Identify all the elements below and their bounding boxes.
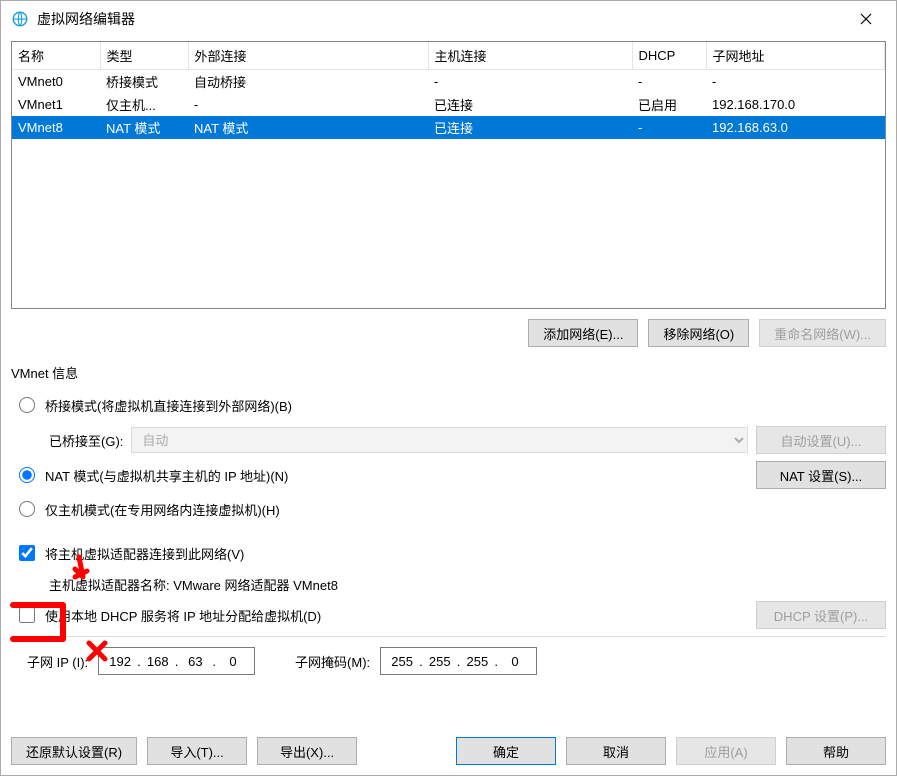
apply-button: 应用(A)	[676, 737, 776, 765]
bottom-button-bar: 还原默认设置(R) 导入(T)... 导出(X)... 确定 取消 应用(A) …	[11, 737, 886, 765]
mask-oct-1[interactable]	[387, 654, 417, 669]
rename-network-button: 重命名网络(W)...	[759, 319, 886, 347]
nat-radio[interactable]	[19, 467, 35, 483]
connect-host-row: 将主机虚拟适配器连接到此网络(V)	[19, 536, 886, 570]
table-cell: -	[632, 116, 706, 139]
ip-oct-4[interactable]	[218, 654, 248, 669]
cancel-button[interactable]: 取消	[566, 737, 666, 765]
col-ext[interactable]: 外部连接	[188, 42, 428, 70]
ip-oct-2[interactable]	[143, 654, 173, 669]
subnet-row: 子网 IP (I): . . . 子网掩码(M): . . .	[27, 639, 886, 683]
nat-radio-row: NAT 模式(与虚拟机共享主机的 IP 地址)(N) NAT 设置(S)...	[19, 458, 886, 492]
title-bar: 虚拟网络编辑器	[1, 1, 896, 37]
close-button[interactable]	[846, 1, 886, 37]
table-row[interactable]: VMnet0桥接模式自动桥接---	[12, 70, 885, 94]
remove-network-button[interactable]: 移除网络(O)	[648, 319, 749, 347]
nat-settings-button[interactable]: NAT 设置(S)...	[756, 461, 886, 489]
dhcp-settings-button: DHCP 设置(P)...	[756, 601, 886, 629]
subnet-ip-label: 子网 IP (I):	[27, 652, 88, 671]
table-cell: VMnet8	[12, 116, 100, 139]
ip-oct-3[interactable]	[180, 654, 210, 669]
add-network-button[interactable]: 添加网络(E)...	[528, 319, 638, 347]
network-table-container: 名称 类型 外部连接 主机连接 DHCP 子网地址 VMnet0桥接模式自动桥接…	[11, 41, 886, 309]
bridged-to-select: 自动	[131, 427, 748, 453]
auto-settings-button: 自动设置(U)...	[756, 426, 886, 454]
subnet-mask-input[interactable]: . . .	[380, 647, 537, 675]
window-title: 虚拟网络编辑器	[37, 9, 846, 29]
adapter-name-label: 主机虚拟适配器名称: VMware 网络适配器 VMnet8	[49, 570, 886, 598]
import-button[interactable]: 导入(T)...	[147, 737, 247, 765]
connect-host-label: 将主机虚拟适配器连接到此网络(V)	[45, 544, 244, 563]
restore-defaults-button[interactable]: 还原默认设置(R)	[11, 737, 137, 765]
col-dhcp[interactable]: DHCP	[632, 42, 706, 70]
table-cell: 192.168.63.0	[706, 116, 885, 139]
bridged-to-label: 已桥接至(G):	[49, 431, 123, 450]
subnet-mask-label: 子网掩码(M):	[295, 652, 370, 671]
dhcp-row: 使用本地 DHCP 服务将 IP 地址分配给虚拟机(D) DHCP 设置(P).…	[19, 598, 886, 632]
table-cell: -	[188, 93, 428, 116]
table-cell: 已连接	[428, 93, 632, 116]
bridge-radio-row: 桥接模式(将虚拟机直接连接到外部网络)(B)	[19, 388, 886, 422]
table-cell: 192.168.170.0	[706, 93, 885, 116]
col-type[interactable]: 类型	[100, 42, 188, 70]
mask-oct-4[interactable]	[500, 654, 530, 669]
table-cell: NAT 模式	[100, 116, 188, 139]
table-cell: -	[706, 70, 885, 94]
ip-oct-1[interactable]	[105, 654, 135, 669]
bridge-radio-label: 桥接模式(将虚拟机直接连接到外部网络)(B)	[45, 396, 292, 415]
table-cell: -	[632, 70, 706, 94]
vmnet-info-group: VMnet 信息 桥接模式(将虚拟机直接连接到外部网络)(B) 已桥接至(G):…	[11, 363, 886, 683]
col-name[interactable]: 名称	[12, 42, 100, 70]
table-cell: VMnet1	[12, 93, 100, 116]
hostonly-radio-row: 仅主机模式(在专用网络内连接虚拟机)(H)	[19, 492, 886, 526]
table-row[interactable]: VMnet8NAT 模式NAT 模式已连接-192.168.63.0	[12, 116, 885, 139]
table-cell: NAT 模式	[188, 116, 428, 139]
mask-oct-2[interactable]	[425, 654, 455, 669]
table-cell: 仅主机...	[100, 93, 188, 116]
bridged-to-row: 已桥接至(G): 自动 自动设置(U)...	[49, 426, 886, 454]
table-button-row: 添加网络(E)... 移除网络(O) 重命名网络(W)...	[1, 309, 896, 363]
subnet-ip-input[interactable]: . . .	[98, 647, 255, 675]
hostonly-radio-label: 仅主机模式(在专用网络内连接虚拟机)(H)	[45, 500, 280, 519]
help-button[interactable]: 帮助	[786, 737, 886, 765]
table-row[interactable]: VMnet1仅主机...-已连接已启用192.168.170.0	[12, 93, 885, 116]
dhcp-label: 使用本地 DHCP 服务将 IP 地址分配给虚拟机(D)	[45, 606, 321, 625]
table-cell: 已启用	[632, 93, 706, 116]
group-legend: VMnet 信息	[11, 363, 886, 382]
col-subnet[interactable]: 子网地址	[706, 42, 885, 70]
network-table[interactable]: 名称 类型 外部连接 主机连接 DHCP 子网地址 VMnet0桥接模式自动桥接…	[12, 42, 885, 139]
connect-host-checkbox[interactable]	[19, 545, 35, 561]
app-icon	[11, 10, 29, 28]
table-cell: 自动桥接	[188, 70, 428, 94]
table-cell: 桥接模式	[100, 70, 188, 94]
nat-radio-label: NAT 模式(与虚拟机共享主机的 IP 地址)(N)	[45, 466, 288, 485]
table-cell: 已连接	[428, 116, 632, 139]
table-cell: -	[428, 70, 632, 94]
export-button[interactable]: 导出(X)...	[257, 737, 357, 765]
ok-button[interactable]: 确定	[456, 737, 556, 765]
hostonly-radio[interactable]	[19, 501, 35, 517]
mask-oct-3[interactable]	[462, 654, 492, 669]
table-cell: VMnet0	[12, 70, 100, 94]
bridge-radio[interactable]	[19, 397, 35, 413]
col-host[interactable]: 主机连接	[428, 42, 632, 70]
dhcp-checkbox[interactable]	[19, 607, 35, 623]
